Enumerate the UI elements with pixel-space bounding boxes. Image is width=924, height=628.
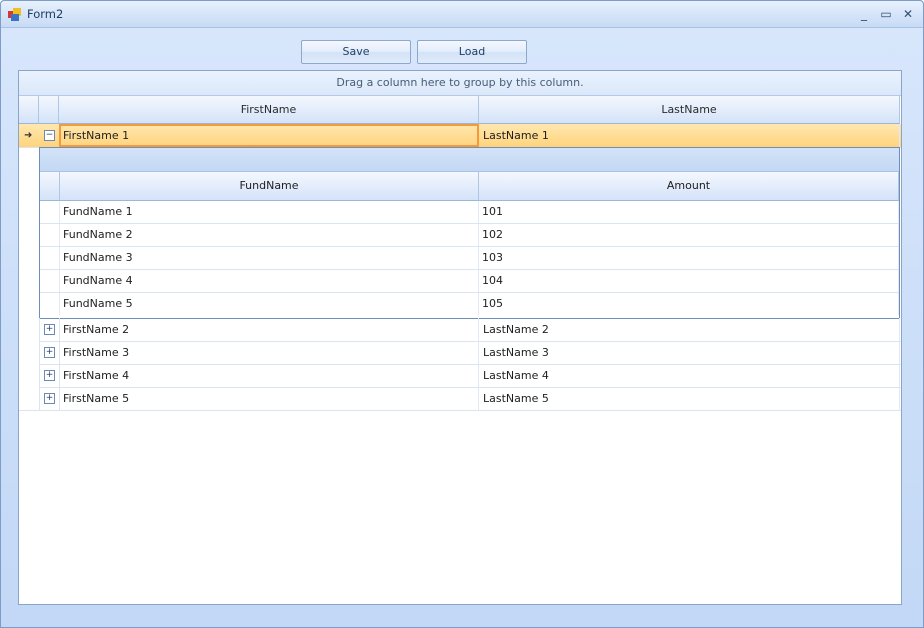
- column-header-firstname[interactable]: FirstName: [59, 96, 479, 124]
- table-row[interactable]: + FirstName 2 LastName 2: [19, 318, 901, 342]
- detail-grid[interactable]: FundName Amount FundName 1 101 FundName …: [39, 147, 900, 319]
- collapse-icon[interactable]: −: [44, 130, 55, 141]
- table-row[interactable]: FundName 3 103: [40, 247, 899, 270]
- expand-cell: +: [39, 341, 60, 364]
- expand-cell: +: [39, 318, 60, 341]
- cell-amount[interactable]: 104: [479, 270, 899, 292]
- row-indicator: [40, 270, 60, 292]
- window-title: Form2: [27, 7, 64, 21]
- cell-lastname[interactable]: LastName 5: [479, 387, 900, 410]
- cell-fundname[interactable]: FundName 3: [60, 247, 479, 269]
- cell-fundname[interactable]: FundName 4: [60, 270, 479, 292]
- cell-fundname[interactable]: FundName 5: [60, 293, 479, 315]
- column-header-amount[interactable]: Amount: [479, 172, 899, 201]
- minimize-button[interactable]: _: [853, 4, 875, 24]
- row-indicator: [40, 293, 60, 315]
- table-row[interactable]: + FirstName 3 LastName 3: [19, 341, 901, 365]
- maximize-button[interactable]: ▭: [875, 4, 897, 24]
- header-expand: [39, 96, 59, 124]
- header-indicator: [19, 96, 39, 124]
- column-header-lastname[interactable]: LastName: [479, 96, 900, 124]
- cell-lastname[interactable]: LastName 1: [479, 124, 900, 147]
- row-indicator: [40, 201, 60, 223]
- table-row[interactable]: + FirstName 4 LastName 4: [19, 364, 901, 388]
- table-row[interactable]: FundName 1 101: [40, 201, 899, 224]
- close-icon: ✕: [902, 7, 914, 21]
- title-bar[interactable]: Form2 _ ▭ ✕: [1, 1, 923, 28]
- row-indicator: [19, 364, 40, 387]
- cell-lastname[interactable]: LastName 4: [479, 364, 900, 387]
- expand-cell: −: [39, 124, 60, 147]
- cell-lastname[interactable]: LastName 3: [479, 341, 900, 364]
- maximize-icon: ▭: [880, 7, 892, 21]
- cell-firstname[interactable]: FirstName 2: [59, 318, 479, 341]
- expand-cell: +: [39, 364, 60, 387]
- table-row[interactable]: FundName 5 105: [40, 293, 899, 315]
- cell-firstname[interactable]: FirstName 4: [59, 364, 479, 387]
- table-row[interactable]: ➜ − FirstName 1 LastName 1: [19, 124, 901, 148]
- save-button[interactable]: Save: [301, 40, 411, 64]
- row-indicator: [19, 387, 40, 410]
- group-panel[interactable]: Drag a column here to group by this colu…: [19, 71, 901, 96]
- row-indicator: [40, 247, 60, 269]
- table-row[interactable]: + FirstName 5 LastName 5: [19, 387, 901, 411]
- row-indicator: ➜: [19, 124, 40, 147]
- table-row[interactable]: FundName 2 102: [40, 224, 899, 247]
- master-grid[interactable]: Drag a column here to group by this colu…: [18, 70, 902, 605]
- close-button[interactable]: ✕: [897, 4, 919, 24]
- cell-firstname[interactable]: FirstName 5: [59, 387, 479, 410]
- cell-firstname[interactable]: FirstName 3: [59, 341, 479, 364]
- cell-amount[interactable]: 101: [479, 201, 899, 223]
- expand-icon[interactable]: +: [44, 347, 55, 358]
- cell-fundname[interactable]: FundName 2: [60, 224, 479, 246]
- form-window: Form2 _ ▭ ✕ Save Load Drag a column here…: [0, 0, 924, 628]
- expand-cell: +: [39, 387, 60, 410]
- cell-lastname[interactable]: LastName 2: [479, 318, 900, 341]
- minimize-icon: _: [861, 7, 867, 21]
- cell-firstname[interactable]: FirstName 1: [59, 124, 479, 147]
- row-indicator: [40, 224, 60, 246]
- detail-header-indicator: [40, 172, 60, 201]
- table-row[interactable]: FundName 4 104: [40, 270, 899, 293]
- detail-caption-band: [40, 148, 899, 172]
- current-row-arrow-icon: ➜: [24, 130, 33, 141]
- form-app-icon: [8, 8, 21, 21]
- cell-amount[interactable]: 105: [479, 293, 899, 315]
- row-indicator: [19, 341, 40, 364]
- column-header-fundname[interactable]: FundName: [60, 172, 479, 201]
- load-button[interactable]: Load: [417, 40, 527, 64]
- cell-amount[interactable]: 103: [479, 247, 899, 269]
- cell-fundname[interactable]: FundName 1: [60, 201, 479, 223]
- expand-icon[interactable]: +: [44, 393, 55, 404]
- row-indicator: [19, 318, 40, 341]
- expand-icon[interactable]: +: [44, 324, 55, 335]
- expand-icon[interactable]: +: [44, 370, 55, 381]
- cell-amount[interactable]: 102: [479, 224, 899, 246]
